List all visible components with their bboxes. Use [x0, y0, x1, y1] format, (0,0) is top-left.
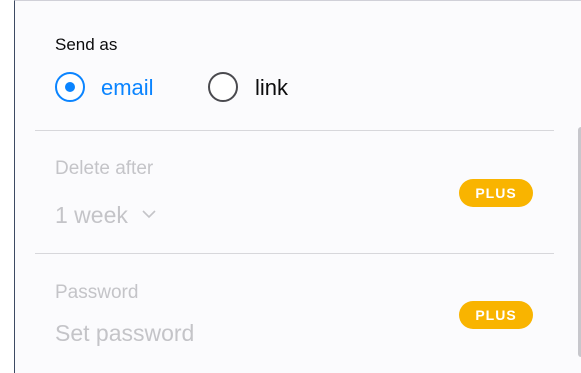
send-options-panel: Send as email link Delete after 1 week P… [14, 0, 581, 373]
send-as-email-radio[interactable] [55, 72, 85, 102]
send-as-link-radio[interactable] [208, 72, 238, 102]
delete-after-value: 1 week [55, 202, 128, 228]
delete-after-plus-badge: PLUS [459, 179, 533, 207]
delete-after-select[interactable]: 1 week [55, 198, 156, 229]
divider [35, 130, 554, 131]
password-field[interactable]: Set password [55, 320, 194, 347]
send-as-link-label[interactable]: link [255, 75, 288, 101]
password-plus-badge: PLUS [459, 301, 533, 329]
delete-after-label: Delete after [55, 158, 154, 179]
chevron-down-icon [142, 198, 156, 225]
send-as-email-label[interactable]: email [101, 75, 154, 101]
divider [35, 253, 554, 254]
send-as-label: Send as [55, 35, 118, 54]
password-label: Password [55, 282, 139, 303]
